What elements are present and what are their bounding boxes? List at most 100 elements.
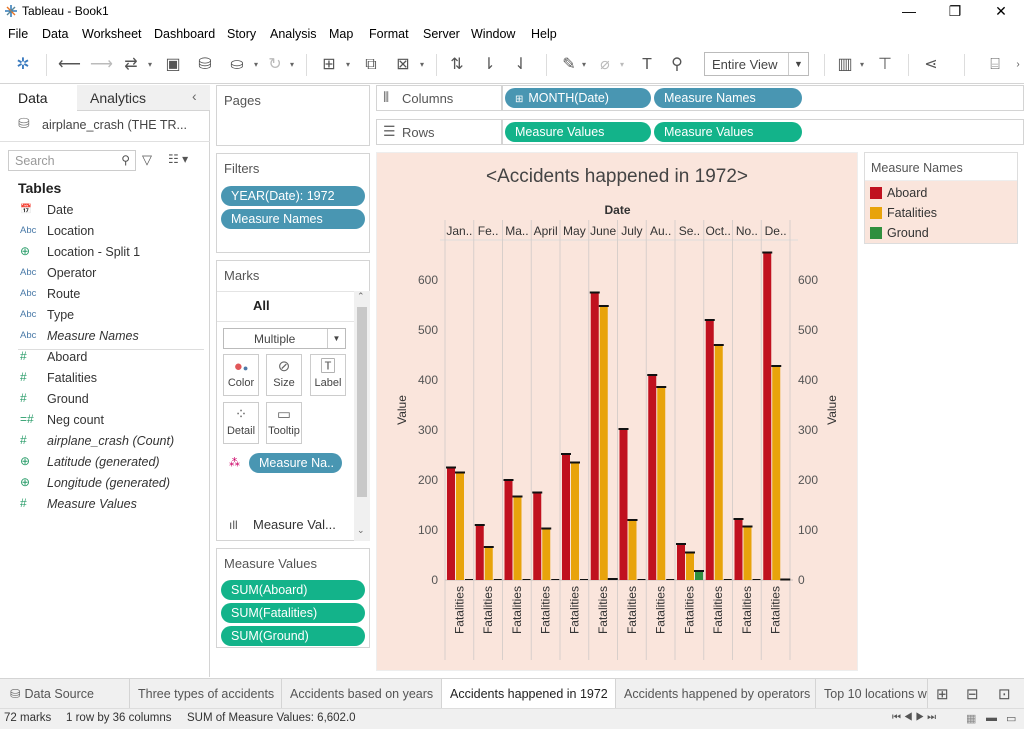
tableau-start-icon[interactable]: ✲ <box>12 54 34 76</box>
clear-sheet-icon[interactable]: ⊠ <box>392 54 414 76</box>
filter-icon[interactable]: ▽ <box>142 152 152 168</box>
close-button[interactable]: ✕ <box>978 0 1024 24</box>
grid-view-icon[interactable]: ▦ <box>966 712 976 725</box>
tab-accidents-years[interactable]: Accidents based on years <box>282 679 442 709</box>
legend-swatch[interactable] <box>870 207 882 219</box>
new-datasource-icon[interactable]: ⛁ <box>194 54 216 76</box>
field-date[interactable]: 📅 Date <box>0 201 209 222</box>
field-longitude-generated[interactable]: ⊕ Longitude (generated) <box>0 474 209 495</box>
fit-dropdown[interactable]: Entire View ▼ <box>704 52 809 76</box>
view-list-icon[interactable]: ☷ ▾ <box>168 152 188 166</box>
bar-cap <box>685 551 695 554</box>
filter-measure-names-pill[interactable]: Measure Names <box>221 209 365 229</box>
new-worksheet-tab-icon[interactable]: ⊞ <box>936 685 949 703</box>
mark-type-select[interactable]: Multiple ▼ <box>223 328 346 349</box>
sort-ascending-icon[interactable]: ⇂ <box>478 54 500 76</box>
field-aboard[interactable]: # Aboard <box>0 348 209 369</box>
menu-window[interactable]: Window <box>471 27 515 41</box>
highlight-icon[interactable]: ✎ <box>558 54 580 76</box>
datasource-name[interactable]: airplane_crash (THE TR... <box>42 118 187 132</box>
menu-format[interactable]: Format <box>369 27 409 41</box>
show-mark-labels-icon[interactable]: T <box>636 54 658 76</box>
sort-descending-icon[interactable]: ⇃ <box>510 54 532 76</box>
group-members-icon[interactable]: ⌀ <box>594 54 616 76</box>
field-fatalities[interactable]: # Fatalities <box>0 369 209 390</box>
menu-dashboard[interactable]: Dashboard <box>154 27 215 41</box>
str-field-icon: Abc <box>20 225 37 236</box>
datasource-icon: ⛁ <box>18 115 30 131</box>
sum-aboard-pill[interactable]: SUM(Aboard) <box>221 580 365 600</box>
swap-rows-columns-icon[interactable]: ⇅ <box>446 54 468 76</box>
field-airplane-crash-count[interactable]: # airplane_crash (Count) <box>0 432 209 453</box>
tab-data[interactable]: Data <box>0 85 77 111</box>
bar-cap <box>532 491 543 494</box>
new-story-tab-icon[interactable]: ⊡ <box>998 685 1011 703</box>
filmstrip-view-icon[interactable]: ▬ <box>986 712 997 724</box>
field-latitude-generated[interactable]: ⊕ Latitude (generated) <box>0 453 209 474</box>
tab-data-source[interactable]: ⛁ Data Source <box>0 679 130 709</box>
columns-month-pill[interactable]: ⊞ MONTH(Date) <box>505 88 651 108</box>
refresh-icon[interactable]: ↻ <box>264 54 286 76</box>
str-field-icon: Abc <box>20 330 37 341</box>
menu-file[interactable]: File <box>8 27 28 41</box>
marks-measure-values-tab[interactable]: Measure Val... <box>253 517 336 532</box>
label-button[interactable]: 🅃 Label <box>310 354 346 396</box>
swap-icon[interactable]: ⇄ <box>120 54 142 76</box>
filter-year-pill[interactable]: YEAR(Date): 1972 <box>221 186 365 206</box>
field-route[interactable]: Abc Route <box>0 285 209 306</box>
menu-help[interactable]: Help <box>531 27 557 41</box>
tab-accidents-operators[interactable]: Accidents happened by operators <box>616 679 816 709</box>
duplicate-sheet-icon[interactable]: ⧉ <box>360 54 382 76</box>
field-location[interactable]: Abc Location <box>0 222 209 243</box>
menu-analysis[interactable]: Analysis <box>270 27 317 41</box>
bar-cap <box>713 344 724 346</box>
tab-accidents-1972[interactable]: Accidents happened in 1972 <box>442 679 616 709</box>
pagination-icon[interactable]: ⏮ ◀ ▶ ⏭ <box>892 712 936 723</box>
sum-ground-pill[interactable]: SUM(Ground) <box>221 626 365 646</box>
redo-icon[interactable]: ⟶ <box>90 54 113 76</box>
new-worksheet-icon[interactable]: ⊞ <box>318 54 340 76</box>
menu-story[interactable]: Story <box>227 27 256 41</box>
legend-swatch[interactable] <box>870 227 882 239</box>
menu-data[interactable]: Data <box>42 27 68 41</box>
tab-three-types[interactable]: Three types of accidents <box>130 679 282 709</box>
fix-axes-icon[interactable]: ⚲ <box>666 54 688 76</box>
marks-measure-names-pill[interactable]: Measure Na.. <box>249 453 342 473</box>
pause-updates-icon[interactable]: ⛀ <box>226 54 248 76</box>
marks-scrollbar[interactable]: ⌃ ⌄ <box>354 291 370 541</box>
undo-icon[interactable]: ⟵ <box>58 54 81 76</box>
field-type[interactable]: Abc Type <box>0 306 209 327</box>
share-icon[interactable]: ⋖ <box>920 54 942 76</box>
new-dashboard-tab-icon[interactable]: ⊟ <box>966 685 979 703</box>
tab-analytics[interactable]: Analytics ‹ <box>77 85 210 111</box>
menu-worksheet[interactable]: Worksheet <box>82 27 142 41</box>
rows-measure-values-pill-2[interactable]: Measure Values <box>654 122 802 142</box>
more-icon[interactable]: › <box>1012 54 1024 76</box>
field-measure-names[interactable]: Abc Measure Names <box>0 327 209 348</box>
field-measure-values[interactable]: # Measure Values <box>0 495 209 516</box>
marks-all-tab[interactable]: All <box>253 298 270 313</box>
field-operator[interactable]: Abc Operator <box>0 264 209 285</box>
menu-server[interactable]: Server <box>423 27 460 41</box>
search-input[interactable]: Search ⚲ <box>8 150 136 171</box>
save-icon[interactable]: ▣ <box>162 54 184 76</box>
presentation-mode-icon[interactable]: ⊤ <box>874 54 896 76</box>
rows-measure-values-pill-1[interactable]: Measure Values <box>505 122 651 142</box>
detail-button[interactable]: ⁘ Detail <box>223 402 259 444</box>
maximize-button[interactable]: ❐ <box>932 0 978 24</box>
tooltip-button[interactable]: ▭ Tooltip <box>266 402 302 444</box>
tab-view-icon[interactable]: ▭ <box>1006 712 1016 725</box>
columns-measure-names-pill[interactable]: Measure Names <box>654 88 802 108</box>
tab-top10-locations[interactable]: Top 10 locations wh <box>816 679 928 709</box>
field-location-split-1[interactable]: ⊕ Location - Split 1 <box>0 243 209 264</box>
legend-swatch[interactable] <box>870 187 882 199</box>
size-button[interactable]: ⊘ Size <box>266 354 302 396</box>
menu-map[interactable]: Map <box>329 27 353 41</box>
sum-fatalities-pill[interactable]: SUM(Fatalities) <box>221 603 365 623</box>
show-me-icon[interactable]: ⌸ <box>984 54 1006 76</box>
minimize-button[interactable]: — <box>886 0 932 24</box>
field-ground[interactable]: # Ground <box>0 390 209 411</box>
color-button[interactable]: ●● Color <box>223 354 259 396</box>
field-neg-count[interactable]: =# Neg count <box>0 411 209 432</box>
show-cards-icon[interactable]: ▥ <box>834 54 856 76</box>
